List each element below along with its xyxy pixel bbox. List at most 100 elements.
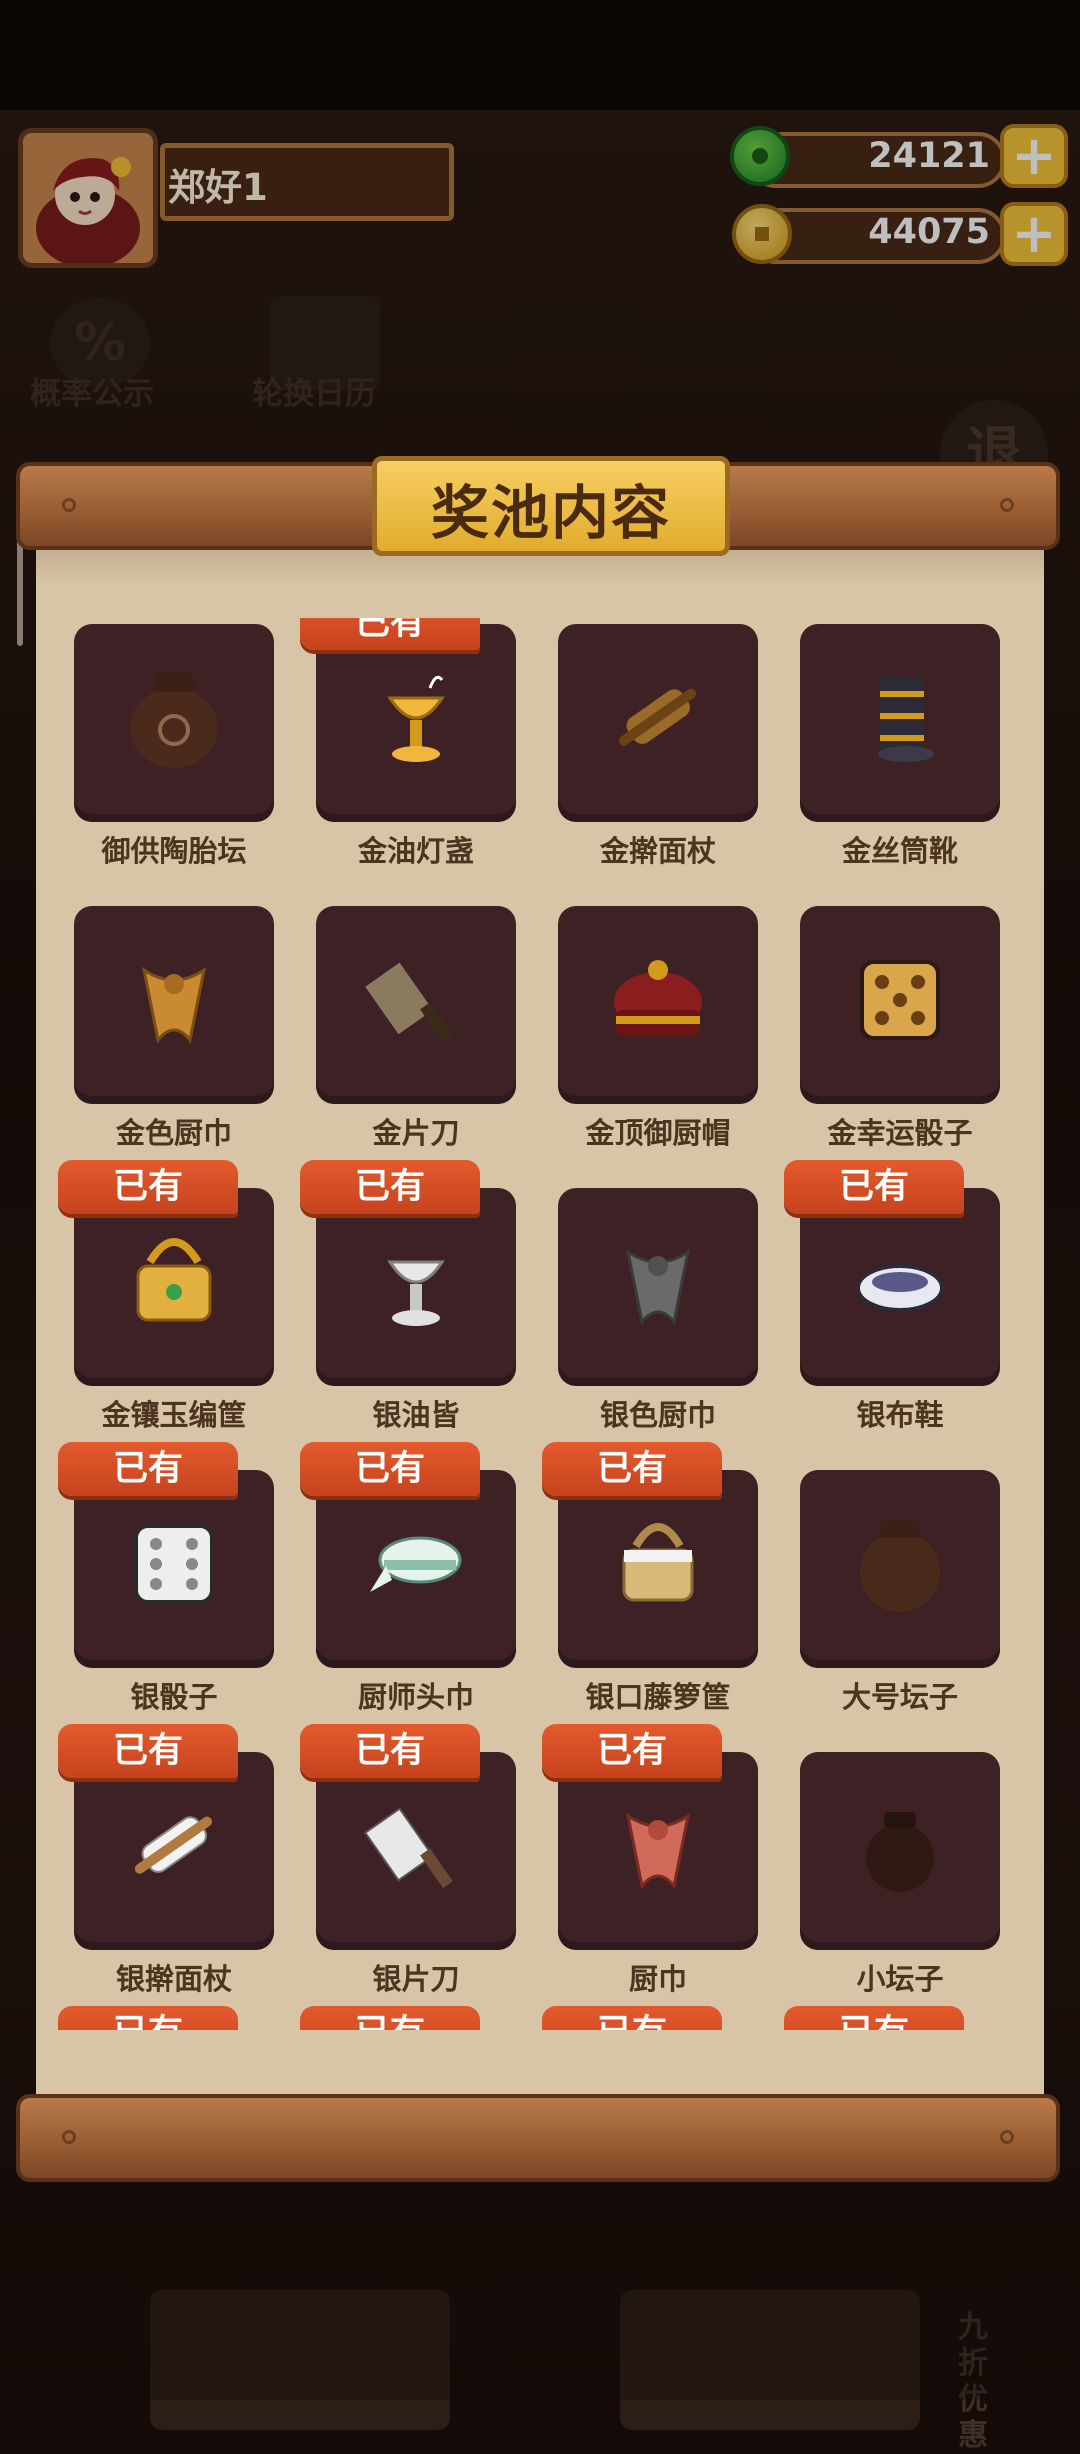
silver-cleaver-icon [363, 1807, 453, 1889]
player-name: 郑好1 [168, 166, 268, 209]
clay-jar-icon [130, 672, 218, 768]
prize-item-tile [800, 624, 1000, 822]
prize-item-name: 金擀面杖 [599, 834, 716, 868]
prize-item[interactable]: 金丝筒靴 [800, 624, 1000, 884]
owned-badge: 已有 [784, 2006, 964, 2030]
scarf-icon [625, 1812, 691, 1890]
status-bar-area [0, 0, 1080, 110]
silver-rolling-pin-icon [134, 1816, 213, 1874]
prize-item[interactable]: 银骰子 已有 [58, 1442, 274, 1730]
gold-dice-icon [860, 960, 940, 1040]
prize-item[interactable]: 银片刀 已有 [300, 1724, 516, 2012]
silver-scarf-icon [625, 1248, 691, 1326]
prize-item-name: 金幸运骰子 [827, 1116, 973, 1150]
owned-badge: 已有 [58, 1160, 238, 1214]
prize-item-tile [558, 624, 758, 822]
prize-item-tile [316, 906, 516, 1104]
prize-item-name: 银色厨巾 [599, 1398, 716, 1432]
gold-scarf-icon [141, 966, 207, 1044]
plus-icon: + [1011, 202, 1057, 265]
prize-item-name: 金镶玉编筐 [101, 1398, 247, 1432]
prize-item-tile [316, 1470, 516, 1668]
owned-badge: 已有 [300, 1160, 480, 1214]
rattan-basket-icon [622, 1523, 694, 1602]
prize-item-tile [558, 906, 758, 1104]
prize-item-tile [74, 906, 274, 1104]
jade-add-button[interactable]: + [1000, 124, 1068, 188]
gold-boot-icon [878, 678, 934, 762]
jade-amount: 24121 [868, 136, 990, 176]
prize-item[interactable]: 御供陶胎坛 [74, 624, 274, 884]
gold-rolling-pin-icon [618, 688, 697, 746]
draw-ten-button-bg [620, 2290, 920, 2430]
prize-item[interactable]: 小坛子 [800, 1752, 1000, 2012]
owned-badge: 已有 [58, 2006, 238, 2030]
probability-button[interactable]: 概率公示 [30, 368, 154, 413]
coin-add-button[interactable]: + [1000, 202, 1068, 266]
discount-side-tab[interactable]: 九折优惠 [958, 2310, 998, 2454]
prize-item-name: 金顶御厨帽 [585, 1116, 731, 1150]
prize-item-tile [800, 1188, 1000, 1386]
rod-nail-left [62, 498, 76, 512]
prize-item-tile [74, 1470, 274, 1668]
owned-badge: 已有 [542, 1724, 722, 1778]
owned-badge: 已有 [784, 1160, 964, 1214]
prize-item-tile [800, 1752, 1000, 1950]
prize-item-tile [558, 1470, 758, 1668]
owned-badge: 已有 [300, 1442, 480, 1496]
prize-item-tile [74, 624, 274, 822]
prize-item[interactable]: 银布鞋 已有 [784, 1160, 1000, 1448]
prize-item-name: 银油皆 [372, 1398, 460, 1432]
prize-item-tile [800, 906, 1000, 1104]
prize-item[interactable]: 银擀面杖 已有 [58, 1724, 274, 2012]
owned-badge: 已有 [542, 2006, 722, 2030]
rod-nail-right [1000, 2130, 1014, 2144]
chef-headscarf-icon [370, 1536, 462, 1592]
rotation-calendar-button[interactable]: 轮换日历 [252, 368, 376, 413]
dialog-title: 奖池内容 [430, 479, 671, 547]
avatar-portrait-icon [23, 133, 153, 263]
prize-item[interactable]: 金片刀 [316, 906, 516, 1166]
prize-item[interactable]: 厨巾 已有 [542, 1724, 758, 2012]
prize-item-tile [558, 1188, 758, 1386]
prize-item-name: 金片刀 [372, 1116, 460, 1150]
owned-badge: 已有 [542, 1442, 722, 1496]
small-jar-icon [866, 1812, 934, 1892]
rod-nail-left [62, 2130, 76, 2144]
prize-item-name: 厨师头巾 [357, 1680, 474, 1714]
gold-basket-icon [136, 1238, 212, 1322]
rod-nail-right [1000, 498, 1014, 512]
plus-icon: + [1011, 124, 1057, 187]
prize-item[interactable]: 金顶御厨帽 [558, 906, 758, 1166]
prize-item[interactable]: 金色厨巾 [74, 906, 274, 1166]
prize-item-tile [74, 1752, 274, 1950]
prize-item-name: 金丝筒靴 [841, 834, 958, 868]
prize-item[interactable]: 金油灯盏 已有 [300, 618, 516, 884]
prize-item-name: 银布鞋 [856, 1398, 944, 1432]
prize-item-tile [74, 1188, 274, 1386]
prize-item[interactable]: 金镶玉编筐 已有 [58, 1160, 274, 1448]
prize-item-tile [558, 1752, 758, 1950]
prize-item[interactable]: 银色厨巾 [558, 1188, 758, 1448]
prize-item-name: 银口藤箩筐 [585, 1680, 731, 1714]
prize-item-name: 金色厨巾 [115, 1116, 232, 1150]
prize-item[interactable]: 金擀面杖 [558, 624, 758, 884]
prize-item[interactable]: 厨师头巾 已有 [300, 1442, 516, 1730]
prize-item-tile [316, 1752, 516, 1950]
prize-item[interactable]: 银油皆 已有 [300, 1160, 516, 1448]
gold-chef-hat-icon [614, 960, 702, 1036]
scrollbar[interactable] [17, 540, 23, 646]
prize-item-name: 小坛子 [856, 1962, 944, 1996]
silver-dice-icon [134, 1524, 214, 1604]
prize-item-name: 大号坛子 [841, 1680, 958, 1714]
prize-grid[interactable]: 御供陶胎坛 金油灯盏 已有金擀面杖 金丝筒靴金色厨巾 金片刀 金顶御厨帽 金幸运骰子金镶玉编… [36, 618, 1044, 2030]
gold-oil-lamp-icon [387, 675, 445, 762]
coin-amount: 44075 [868, 212, 990, 252]
prize-item-name: 银擀面杖 [115, 1962, 232, 1996]
silver-lamp-icon [387, 1260, 445, 1326]
player-avatar[interactable] [18, 128, 158, 268]
prize-item[interactable]: 大号坛子 [800, 1470, 1000, 1730]
prize-item[interactable]: 金幸运骰子 [800, 906, 1000, 1166]
large-jar-icon [860, 1520, 940, 1612]
prize-item[interactable]: 银口藤箩筐 已有 [542, 1442, 758, 1730]
